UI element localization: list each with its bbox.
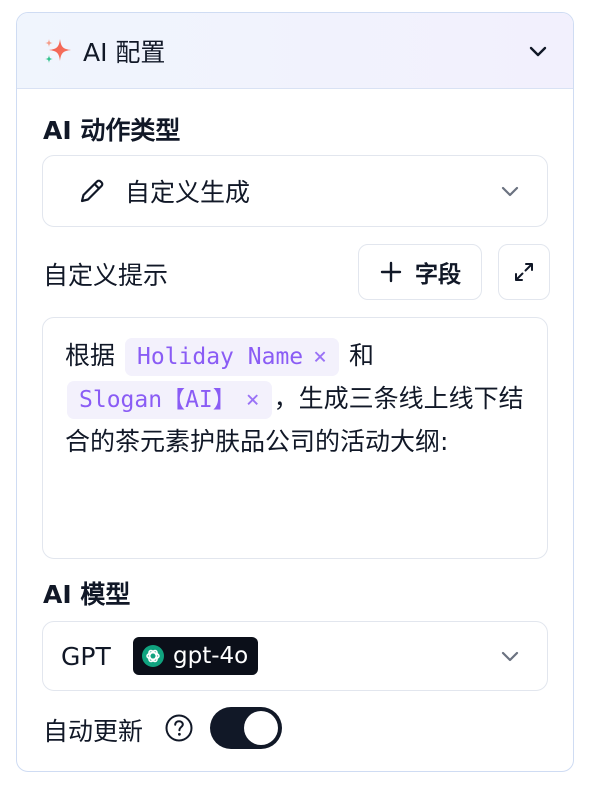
sparkle-icon (45, 38, 71, 63)
action-type-value: 自定义生成 (125, 178, 251, 207)
custom-prompt-label: 自定义提示 (43, 261, 169, 290)
toggle-knob (244, 711, 278, 745)
model-provider: GPT (61, 641, 111, 671)
model-label: AI 模型 (43, 580, 131, 609)
help-icon[interactable] (164, 713, 194, 743)
add-field-button[interactable]: 字段 (358, 244, 482, 300)
add-field-label: 字段 (415, 262, 461, 288)
chevron-down-icon (501, 186, 519, 197)
field-chip-holiday-name[interactable]: Holiday Name × (124, 338, 339, 376)
panel-header[interactable]: AI 配置 (17, 13, 573, 89)
auto-update-label: 自动更新 (43, 717, 144, 746)
prompt-text-before: 根据 (65, 341, 116, 370)
chip-remove-icon[interactable]: × (246, 387, 260, 413)
model-select[interactable]: GPT gpt-4o (42, 621, 548, 691)
auto-update-toggle[interactable] (210, 707, 282, 749)
chip-remove-icon[interactable]: × (313, 344, 327, 370)
prompt-text-mid: 和 (348, 341, 374, 370)
chip-label: Holiday Name (136, 344, 304, 370)
prompt-editor[interactable]: 根据 Holiday Name × 和 Slogan【AI】 × ，生成三条线上线下结合… (42, 317, 548, 559)
model-badge: gpt-4o (133, 637, 259, 675)
chevron-down-icon[interactable] (527, 40, 549, 62)
ai-config-panel: AI 配置 AI 动作类型 自定义生成 自定义提示 字段 根据 Holiday … (16, 12, 574, 772)
chip-label: Slogan【AI】 (79, 387, 236, 413)
expand-icon (515, 263, 533, 281)
pencil-icon (80, 179, 104, 203)
action-type-label: AI 动作类型 (43, 116, 181, 145)
plus-icon (380, 261, 402, 283)
chevron-down-icon (501, 651, 519, 662)
panel-title: AI 配置 (83, 37, 166, 67)
expand-button[interactable] (498, 244, 550, 300)
model-name: gpt-4o (173, 643, 249, 669)
action-type-select[interactable]: 自定义生成 (42, 155, 548, 227)
field-chip-slogan[interactable]: Slogan【AI】 × (67, 381, 272, 419)
openai-logo-icon (142, 645, 164, 667)
